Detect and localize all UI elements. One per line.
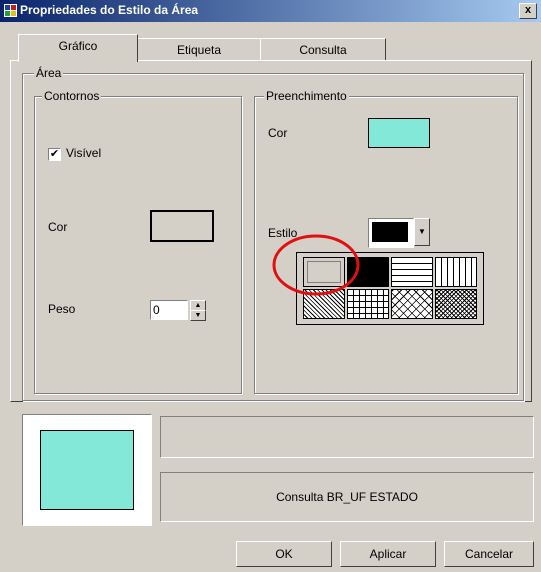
preenchimento-cor-label: Cor bbox=[268, 126, 288, 140]
peso-value: 0 bbox=[153, 303, 160, 317]
apply-button[interactable]: Aplicar bbox=[340, 541, 436, 567]
contornos-legend: Contornos bbox=[42, 89, 102, 103]
pattern-dense-crosshatch[interactable] bbox=[435, 289, 477, 319]
contorno-cor-label: Cor bbox=[48, 220, 68, 234]
peso-label: Peso bbox=[48, 302, 76, 316]
preenchimento-legend: Preenchimento bbox=[264, 89, 349, 103]
fill-color-swatch[interactable] bbox=[368, 118, 430, 148]
ok-button[interactable]: OK bbox=[236, 541, 332, 567]
estilo-selected-swatch bbox=[372, 222, 408, 242]
query-box: Consulta BR_UF ESTADO bbox=[160, 472, 534, 522]
preview-fill bbox=[40, 430, 134, 510]
query-text: Consulta BR_UF ESTADO bbox=[276, 490, 418, 504]
peso-down-button[interactable]: ▼ bbox=[190, 310, 206, 321]
pattern-vertical-lines[interactable] bbox=[435, 257, 477, 287]
check-mark-icon: ✔ bbox=[49, 148, 60, 160]
title-bar[interactable]: Propriedades do Estilo da Área x bbox=[0, 0, 541, 22]
tab-grafico[interactable]: Gráfico bbox=[18, 34, 138, 62]
close-button[interactable]: x bbox=[519, 3, 537, 19]
cancel-button[interactable]: Cancelar bbox=[444, 541, 534, 567]
tab-consulta[interactable]: Consulta bbox=[260, 38, 386, 61]
pattern-diagonal-cross[interactable] bbox=[391, 289, 433, 319]
ok-label: OK bbox=[275, 547, 293, 561]
estilo-dropdown-button[interactable]: ▼ bbox=[414, 218, 430, 246]
contorno-color-swatch[interactable] bbox=[150, 210, 214, 242]
cancel-label: Cancelar bbox=[464, 547, 514, 561]
window-title: Propriedades do Estilo da Área bbox=[20, 3, 199, 17]
visible-label: Visível bbox=[66, 146, 102, 160]
peso-input[interactable]: 0 bbox=[150, 300, 188, 320]
tab-label: Etiqueta bbox=[176, 43, 222, 57]
tab-label: Consulta bbox=[299, 43, 347, 57]
tab-label: Gráfico bbox=[58, 39, 98, 53]
dialog-window: Propriedades do Estilo da Área x Gráfico… bbox=[0, 0, 541, 572]
tab-etiqueta[interactable]: Etiqueta bbox=[137, 38, 261, 61]
highlight-circle bbox=[272, 234, 360, 296]
preview-box bbox=[22, 414, 152, 526]
chevron-down-icon: ▼ bbox=[194, 312, 202, 319]
visible-checkbox[interactable]: ✔ bbox=[48, 148, 61, 161]
chevron-down-icon: ▼ bbox=[418, 227, 426, 236]
area-legend: Área bbox=[34, 66, 64, 80]
apply-label: Aplicar bbox=[369, 547, 407, 561]
contornos-group bbox=[34, 96, 242, 394]
close-icon: x bbox=[524, 4, 532, 16]
estilo-dropdown[interactable] bbox=[368, 218, 414, 248]
pattern-horizontal-lines[interactable] bbox=[391, 257, 433, 287]
app-icon bbox=[4, 4, 17, 17]
chevron-up-icon: ▲ bbox=[194, 302, 202, 309]
preview-line-box bbox=[160, 416, 534, 458]
